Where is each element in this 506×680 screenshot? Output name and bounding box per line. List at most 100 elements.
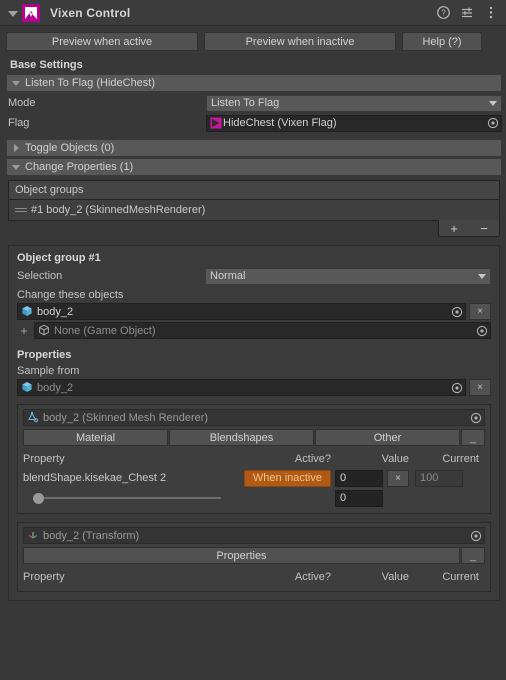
smr-object-field[interactable]: body_2 (Skinned Mesh Renderer): [23, 409, 485, 426]
preview-when-inactive-button[interactable]: Preview when inactive: [204, 32, 396, 51]
sample-from-field[interactable]: body_2: [17, 379, 466, 396]
flag-value: HideChest (Vixen Flag): [223, 117, 337, 129]
preview-when-active-button[interactable]: Preview when active: [6, 32, 198, 51]
transform-column-headers: Property Active? Value Current: [23, 568, 485, 585]
tab-other[interactable]: Other: [315, 429, 460, 446]
sample-from-label: Sample from: [17, 365, 80, 377]
minimize-transform-button[interactable]: _: [461, 547, 485, 564]
help-icon[interactable]: ?: [436, 6, 450, 20]
selection-label: Selection: [17, 270, 63, 282]
vixen-flag-icon: [210, 117, 222, 129]
component-box-transform: body_2 (Transform) Properties _ Property…: [17, 522, 491, 592]
preset-icon[interactable]: [460, 6, 474, 20]
game-object-icon: [21, 381, 34, 394]
tab-material[interactable]: Material: [23, 429, 168, 446]
component-foldout-arrow-icon[interactable]: [6, 7, 18, 19]
change-these-objects-label: Change these objects: [17, 289, 124, 301]
transform-icon: [27, 529, 40, 542]
mode-row: Mode Listen To Flag: [8, 94, 502, 112]
remove-object-button[interactable]: ×: [469, 303, 491, 320]
toggle-objects-foldout[interactable]: Toggle Objects (0): [6, 139, 502, 157]
object-groups-footer: + −: [8, 220, 500, 237]
object-group-list-item[interactable]: #1 body_2 (SkinnedMeshRenderer): [9, 200, 499, 220]
object-picker-icon[interactable]: [450, 381, 463, 394]
add-object-group-button[interactable]: +: [439, 221, 469, 236]
vixen-logo-icon: [22, 3, 40, 22]
column-header-value: Value: [381, 452, 409, 465]
column-header-active: Active?: [294, 452, 331, 465]
mode-dropdown[interactable]: Listen To Flag: [206, 94, 502, 112]
object-groups-box: Object groups #1 body_2 (SkinnedMeshRend…: [8, 180, 500, 221]
clear-property-button[interactable]: ×: [387, 469, 409, 487]
new-object-placeholder: None (Game Object): [54, 324, 156, 337]
smr-object-name: body_2 (Skinned Mesh Renderer): [43, 411, 209, 424]
more-menu-icon[interactable]: [484, 6, 498, 20]
game-object-icon: [21, 305, 34, 318]
object-group-list-item-label: #1 body_2 (SkinnedMeshRenderer): [31, 204, 206, 216]
selection-row: Selection Normal: [17, 267, 491, 285]
property-row: blendShape.kisekae_Chest 2 When inactive…: [23, 468, 485, 488]
transform-object-field[interactable]: body_2 (Transform): [23, 527, 485, 544]
component-header: Vixen Control ?: [0, 0, 506, 26]
base-settings-title: Base Settings: [10, 59, 83, 71]
transform-tab-bar: Properties _: [23, 547, 485, 564]
flag-label: Flag: [8, 117, 30, 129]
chevron-down-icon: [478, 273, 486, 279]
chevron-down-icon: [489, 100, 497, 106]
properties-title: Properties: [17, 349, 72, 361]
object-picker-icon[interactable]: [475, 324, 488, 337]
transform-properties-button[interactable]: Properties: [23, 547, 460, 564]
add-object-button[interactable]: +: [17, 324, 31, 338]
page-title: Vixen Control: [50, 5, 131, 20]
drag-handle-icon[interactable]: [15, 208, 27, 212]
column-header-current: Current: [442, 570, 479, 583]
active-state-button[interactable]: When inactive: [243, 469, 331, 487]
remove-object-group-button[interactable]: −: [469, 221, 499, 236]
selection-dropdown[interactable]: Normal: [205, 267, 491, 285]
chevron-right-icon: [11, 143, 22, 154]
chevron-down-icon: [11, 78, 22, 89]
mode-label: Mode: [8, 97, 36, 109]
new-object-field[interactable]: None (Game Object): [34, 322, 491, 339]
smr-tab-bar: Material Blendshapes Other _: [23, 429, 485, 446]
object-picker-icon[interactable]: [450, 305, 463, 318]
listen-to-flag-foldout-label: Listen To Flag (HideChest): [25, 77, 156, 89]
change-object-value: body_2: [37, 305, 74, 318]
add-object-row: + None (Game Object): [17, 322, 491, 339]
object-group-panel: Object group #1 Selection Normal Change …: [8, 245, 500, 601]
object-picker-icon[interactable]: [469, 411, 482, 424]
sample-from-row: body_2 ×: [17, 379, 491, 396]
change-properties-foldout[interactable]: Change Properties (1): [6, 158, 502, 176]
header-icon-group: ?: [436, 6, 498, 20]
change-object-row: body_2 ×: [17, 303, 491, 320]
column-header-value: Value: [381, 570, 409, 583]
listen-to-flag-foldout[interactable]: Listen To Flag (HideChest): [6, 74, 502, 92]
change-object-field[interactable]: body_2: [17, 303, 466, 320]
preview-toolbar: Preview when active Preview when inactiv…: [0, 26, 506, 51]
property-slider[interactable]: [23, 492, 241, 504]
property-slider-value-input[interactable]: 0: [335, 489, 383, 507]
slider-handle[interactable]: [33, 492, 44, 504]
flag-row: Flag HideChest (Vixen Flag): [8, 114, 502, 132]
mode-dropdown-value: Listen To Flag: [211, 97, 280, 109]
skinned-mesh-renderer-icon: [27, 411, 40, 424]
flag-object-field[interactable]: HideChest (Vixen Flag): [206, 114, 502, 132]
property-current-value: 100: [415, 469, 463, 487]
active-state-cell: When inactive: [241, 469, 331, 487]
change-properties-label: Change Properties (1): [25, 161, 134, 173]
help-button[interactable]: Help (?): [402, 32, 482, 51]
toggle-objects-label: Toggle Objects (0): [25, 142, 115, 154]
component-box-skinned-mesh-renderer: body_2 (Skinned Mesh Renderer) Material …: [17, 404, 491, 514]
minimize-smr-button[interactable]: _: [461, 429, 485, 446]
property-value-input[interactable]: 0: [335, 469, 383, 487]
property-name: blendShape.kisekae_Chest 2: [23, 472, 167, 484]
vixen-control-inspector: Vixen Control ? Preview when active Prev…: [0, 0, 506, 680]
transform-object-name: body_2 (Transform): [43, 529, 140, 542]
tab-blendshapes[interactable]: Blendshapes: [169, 429, 314, 446]
object-picker-icon[interactable]: [469, 529, 482, 542]
sample-from-value: body_2: [37, 381, 74, 394]
chevron-down-icon: [11, 162, 22, 173]
object-group-title: Object group #1: [17, 252, 101, 264]
object-picker-icon[interactable]: [486, 117, 499, 130]
clear-sample-from-button[interactable]: ×: [469, 379, 491, 396]
